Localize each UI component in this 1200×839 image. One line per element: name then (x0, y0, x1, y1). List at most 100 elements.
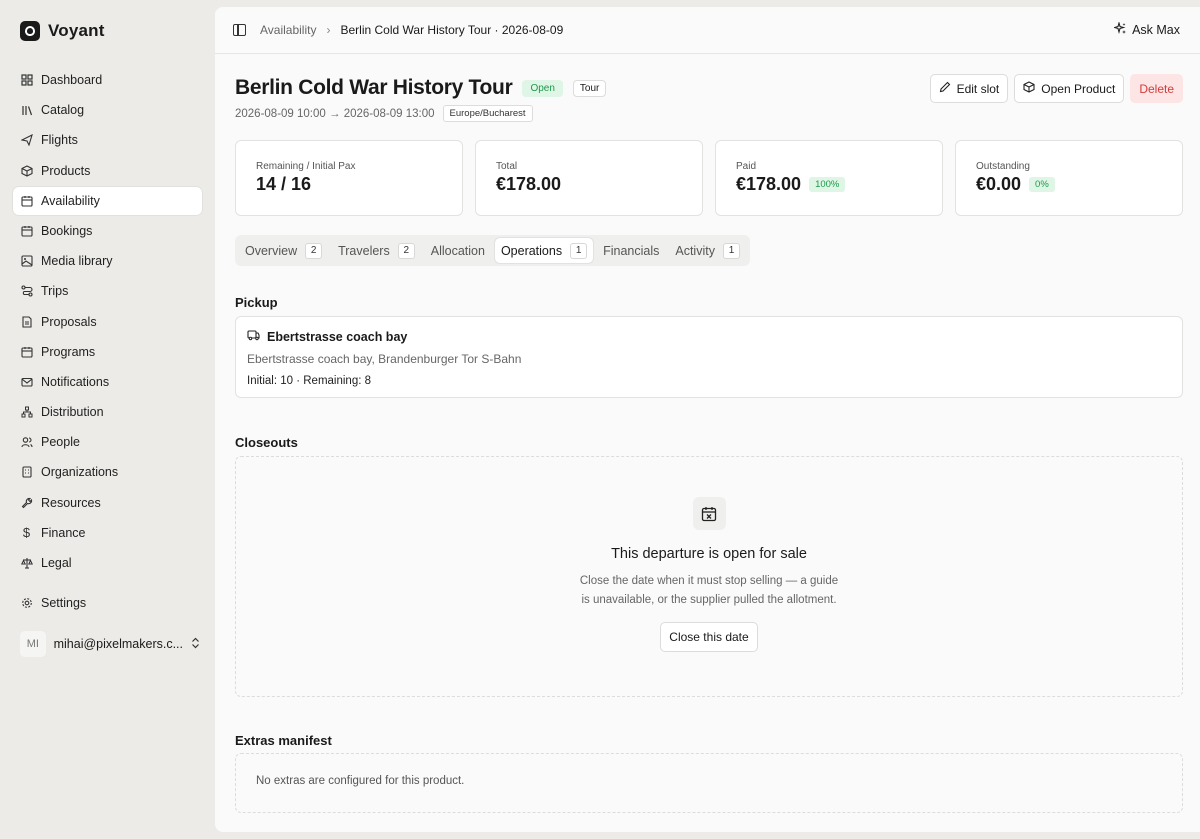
stat-label: Total (496, 161, 518, 172)
stat-remaining-pax: Remaining / Initial Pax 14 / 16 (235, 140, 463, 216)
ask-max-label: Ask Max (1132, 23, 1180, 37)
main-panel: Availability › Berlin Cold War History T… (215, 7, 1200, 832)
sidebar-item-organizations[interactable]: Organizations (13, 458, 202, 486)
close-this-date-button[interactable]: Close this date (660, 622, 758, 652)
sidebar-item-dashboard[interactable]: Dashboard (13, 66, 202, 94)
page-title: Berlin Cold War History Tour (235, 76, 513, 99)
voyant-logo-icon (20, 21, 40, 41)
sidebar-item-legal[interactable]: Legal (13, 549, 202, 577)
sidebar-toggle-icon[interactable] (233, 24, 246, 36)
edit-slot-button[interactable]: Edit slot (929, 74, 1009, 103)
sidebar-item-resources[interactable]: Resources (13, 489, 202, 517)
extras-empty-state: No extras are configured for this produc… (235, 753, 1183, 813)
chevron-right-icon: › (326, 23, 331, 37)
catalog-icon (20, 104, 33, 117)
sidebar-item-label: Products (41, 163, 91, 178)
sidebar-item-notifications[interactable]: Notifications (13, 368, 202, 396)
sidebar-item-label: Media library (41, 254, 113, 269)
tab-label: Overview (245, 243, 298, 258)
tab-travelers[interactable]: Travelers 2 (332, 238, 421, 263)
mail-icon (20, 375, 33, 388)
percent-badge: 100% (809, 177, 846, 192)
sidebar-nav: Dashboard Catalog Flights Products Avail… (13, 66, 202, 579)
image-icon (20, 255, 33, 268)
sidebar: Voyant Dashboard Catalog Flights Product… (0, 0, 214, 839)
stat-outstanding: Outstanding €0.00 0% (955, 140, 1183, 216)
user-email: mihai@pixelmakers.c... (53, 637, 183, 651)
brand-name: Voyant (48, 21, 105, 40)
user-menu[interactable]: MI mihai@pixelmakers.c... (20, 631, 200, 657)
pickup-counts: Initial: 10 · Remaining: 8 (247, 375, 372, 387)
stat-label: Remaining / Initial Pax (256, 161, 356, 172)
pencil-icon (939, 81, 951, 96)
slot-time-range: 2026-08-09 10:00 → 2026-08-09 13:00 Euro… (235, 105, 533, 122)
sidebar-item-bookings[interactable]: Bookings (13, 217, 202, 245)
tab-label: Financials (603, 243, 660, 258)
sidebar-settings-group: Settings (13, 589, 202, 619)
stat-value: €0.00 0% (976, 174, 1162, 195)
pickup-address: Ebertstrasse coach bay, Brandenburger To… (247, 352, 522, 366)
people-icon (20, 436, 33, 449)
sidebar-item-media-library[interactable]: Media library (13, 247, 202, 275)
tab-label: Operations (500, 243, 563, 258)
stat-value: 14 / 16 (256, 174, 442, 195)
sidebar-item-trips[interactable]: Trips (13, 277, 202, 305)
sidebar-item-finance[interactable]: $ Finance (13, 519, 202, 547)
timezone-badge: Europe/Bucharest (442, 105, 533, 122)
empty-state-description: Close the date when it must stop selling… (579, 575, 839, 606)
chevron-up-down-icon (191, 637, 200, 652)
brand[interactable]: Voyant (20, 21, 105, 41)
open-product-label: Open Product (1041, 81, 1116, 96)
open-product-button[interactable]: Open Product (1014, 74, 1125, 103)
edit-slot-label: Edit slot (956, 81, 1000, 96)
sidebar-item-label: Catalog (41, 103, 85, 118)
sidebar-item-settings[interactable]: Settings (13, 589, 202, 617)
sidebar-item-availability[interactable]: Availability (13, 186, 202, 215)
sidebar-item-label: Flights (41, 133, 78, 148)
topbar: Availability › Berlin Cold War History T… (215, 7, 1200, 54)
breadcrumb-parent[interactable]: Availability (260, 23, 316, 37)
sidebar-item-label: Dashboard (41, 73, 103, 87)
tab-overview[interactable]: Overview 2 (239, 238, 328, 263)
tab-financials[interactable]: Financials (597, 238, 665, 263)
tab-allocation[interactable]: Allocation (425, 238, 491, 263)
ask-max-button[interactable]: Ask Max (1112, 20, 1180, 38)
sidebar-item-distribution[interactable]: Distribution (13, 398, 202, 426)
network-icon (20, 406, 33, 419)
stat-label: Paid (736, 161, 757, 172)
tab-activity[interactable]: Activity 1 (669, 238, 746, 263)
sidebar-item-label: Distribution (41, 405, 104, 420)
type-badge: Tour (572, 79, 607, 97)
tab-bar: Overview 2 Travelers 2 Allocation Operat… (235, 235, 750, 266)
stat-value: €178.00 100% (736, 174, 922, 195)
time-range: 2026-08-09 10:00 → 2026-08-09 13:00 (235, 107, 435, 120)
gear-icon (20, 597, 33, 610)
tab-label: Allocation (430, 243, 485, 258)
avatar: MI (20, 631, 46, 657)
sidebar-item-label: Notifications (41, 374, 110, 389)
document-icon (20, 315, 33, 328)
sidebar-item-label: Bookings (41, 223, 93, 238)
sidebar-item-people[interactable]: People (13, 428, 202, 456)
sidebar-item-proposals[interactable]: Proposals (13, 308, 202, 336)
wrench-icon (20, 496, 33, 509)
sidebar-item-label: Legal (41, 556, 72, 570)
header-actions: Edit slot Open Product Delete (929, 74, 1183, 103)
box-icon (20, 164, 33, 177)
calendar-icon (20, 345, 33, 358)
sidebar-item-label: Proposals (41, 314, 97, 329)
sidebar-item-label: Availability (41, 193, 100, 208)
sidebar-item-programs[interactable]: Programs (13, 338, 202, 366)
status-badge: Open (522, 79, 563, 97)
sidebar-item-label: Settings (41, 596, 87, 610)
tab-operations[interactable]: Operations 1 (494, 238, 594, 263)
sidebar-item-catalog[interactable]: Catalog (13, 96, 202, 124)
stat-value-text: €178.00 (736, 174, 802, 194)
dashboard-icon (20, 74, 33, 87)
delete-button[interactable]: Delete (1130, 74, 1183, 103)
tab-count: 2 (305, 242, 323, 259)
pickup-name-row: Ebertstrasse coach bay (247, 329, 1171, 344)
sidebar-item-flights[interactable]: Flights (13, 126, 202, 154)
calendar-x-icon (692, 497, 726, 530)
sidebar-item-products[interactable]: Products (13, 157, 202, 185)
